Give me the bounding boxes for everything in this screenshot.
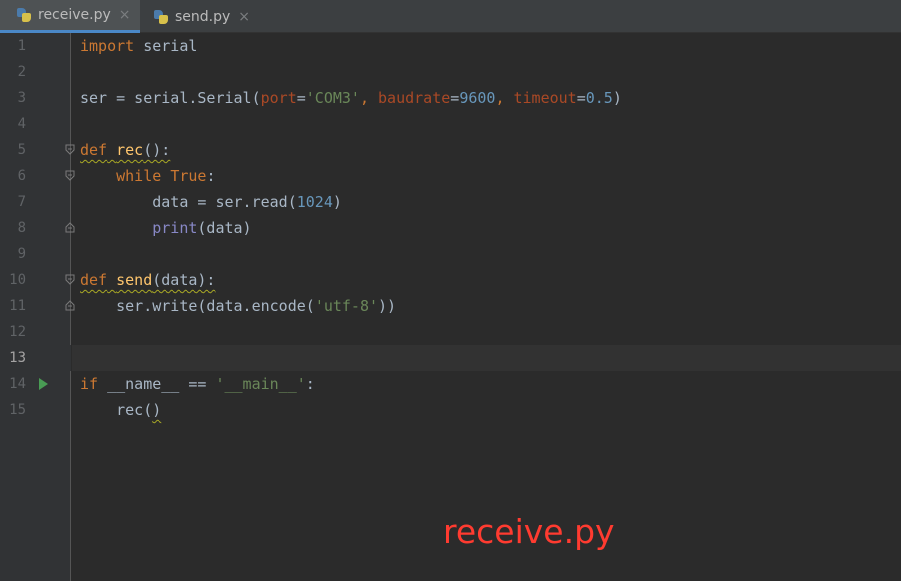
- caption-label: receive.py: [443, 512, 615, 551]
- line-number: 1: [17, 38, 26, 54]
- code-text: def send(data):: [80, 271, 216, 289]
- current-code-line: 13: [0, 345, 901, 371]
- line-number: 6: [17, 168, 26, 184]
- code-text: ser = serial.Serial(port='COM3', baudrat…: [80, 89, 622, 107]
- tab-label: receive.py: [38, 7, 111, 23]
- tab-send-py[interactable]: send.py ×: [141, 0, 266, 33]
- code-line: 2: [0, 59, 901, 85]
- code-text: data = ser.read(1024): [80, 193, 342, 211]
- run-icon[interactable]: [39, 378, 48, 390]
- code-text: rec(): [80, 401, 162, 419]
- fold-collapse-icon[interactable]: [65, 274, 75, 285]
- tab-receive-py[interactable]: receive.py ×: [0, 0, 140, 33]
- line-number: 13: [9, 350, 26, 366]
- code-line: 3 ser = serial.Serial(port='COM3', baudr…: [0, 85, 901, 111]
- line-number: 14: [9, 376, 26, 392]
- code-line: 8 print(data): [0, 215, 901, 241]
- code-line: 15 rec(): [0, 397, 901, 423]
- line-number: 10: [9, 272, 26, 288]
- code-line: 6 while True:: [0, 163, 901, 189]
- code-text: while True:: [116, 167, 216, 185]
- close-icon[interactable]: ×: [119, 7, 131, 23]
- line-number: 11: [9, 298, 26, 314]
- fold-end-icon[interactable]: [65, 222, 75, 233]
- code-line: 12: [0, 319, 901, 345]
- fold-end-icon[interactable]: [65, 300, 75, 311]
- python-file-icon: [16, 7, 32, 23]
- line-number: 7: [17, 194, 26, 210]
- line-number: 3: [17, 90, 26, 106]
- line-number: 4: [17, 116, 26, 132]
- code-text: if __name__ == '__main__':: [80, 375, 315, 393]
- python-file-icon: [153, 9, 169, 25]
- code-text: import serial: [80, 37, 198, 55]
- line-number: 2: [17, 64, 26, 80]
- line-number: 9: [17, 246, 26, 262]
- code-text: def rec():: [80, 141, 171, 159]
- fold-collapse-icon[interactable]: [65, 144, 75, 155]
- code-line: 7 data = ser.read(1024): [0, 189, 901, 215]
- code-text: ser.write(data.encode('utf-8')): [80, 297, 397, 315]
- code-line: 4: [0, 111, 901, 137]
- code-text: print(data): [152, 219, 252, 237]
- code-line: 14 if __name__ == '__main__':: [0, 371, 901, 397]
- code-line: 1 import serial: [0, 33, 901, 59]
- close-icon[interactable]: ×: [238, 9, 250, 25]
- line-number: 8: [17, 220, 26, 236]
- code-line: 9: [0, 241, 901, 267]
- fold-collapse-icon[interactable]: [65, 170, 75, 181]
- code-editor[interactable]: 1 import serial 2 3 ser = serial.Serial(…: [0, 33, 901, 581]
- editor-tab-bar: receive.py × send.py ×: [0, 0, 901, 33]
- tab-label: send.py: [175, 8, 231, 25]
- code-line: 10 def send(data):: [0, 267, 901, 293]
- code-line: 5 def rec():: [0, 137, 901, 163]
- line-number: 5: [17, 142, 26, 158]
- line-number: 12: [9, 324, 26, 340]
- line-number: 15: [9, 402, 26, 418]
- code-line: 11 ser.write(data.encode('utf-8')): [0, 293, 901, 319]
